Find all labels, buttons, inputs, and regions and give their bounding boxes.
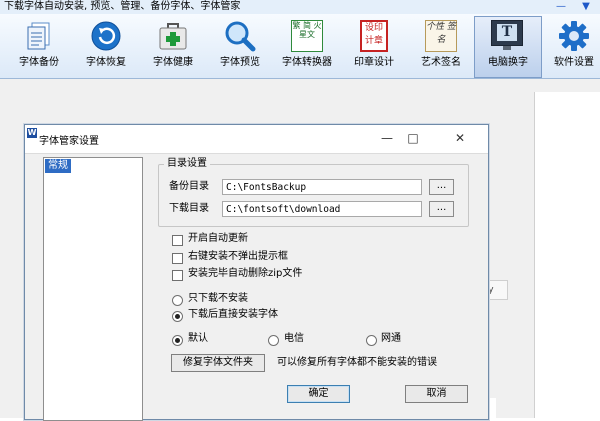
no-prompt-checkbox[interactable]: [172, 253, 183, 264]
restore-arrow-icon: [91, 21, 121, 51]
backup-dir-browse-button[interactable]: ...: [429, 179, 454, 195]
toolbar-font-converter[interactable]: 繁 简 火星文 字体转换器: [274, 16, 340, 76]
delete-zip-checkbox[interactable]: [172, 270, 183, 281]
toolbar-software-settings[interactable]: 软件设置: [541, 16, 600, 76]
dialog-title: 字体管家设置: [39, 136, 99, 147]
auto-update-label[interactable]: 开启自动更新: [188, 232, 248, 246]
monitor-font-icon: T: [491, 20, 523, 46]
toolbar-font-health[interactable]: 字体健康: [140, 16, 206, 76]
network-default-radio[interactable]: [172, 335, 183, 346]
download-dir-label: 下载目录: [169, 203, 209, 214]
download-install-radio[interactable]: [172, 311, 183, 322]
toolbar-seal-design[interactable]: 设印 计章 印章设计: [341, 16, 407, 76]
toolbar-font-backup[interactable]: 字体备份: [6, 16, 72, 76]
repair-hint-text: 可以修复所有字体都不能安装的错误: [277, 357, 437, 368]
delete-zip-label[interactable]: 安装完毕自动删除zip文件: [188, 267, 302, 281]
cancel-button[interactable]: 取消: [405, 385, 468, 403]
auto-update-checkbox[interactable]: [172, 235, 183, 246]
seal-stamp-icon: 设印 计章: [360, 20, 388, 52]
first-aid-kit-icon: [159, 23, 187, 50]
network-telecom-label[interactable]: 电信: [284, 332, 304, 346]
toolbar-label: 印章设计: [354, 57, 394, 68]
toolbar-label: 字体恢复: [86, 57, 126, 68]
dialog-maximize-button[interactable]: □: [402, 129, 424, 147]
download-only-radio[interactable]: [172, 295, 183, 306]
network-telecom-radio[interactable]: [268, 335, 279, 346]
dialog-title-bar[interactable]: W 字体管家设置 — □ ✕: [25, 125, 488, 154]
network-default-label[interactable]: 默认: [188, 332, 208, 346]
background-panel: [534, 92, 600, 418]
app-title-bar: 下载字体自动安装, 预览、管理、备份字体、字体管家 — ▼: [0, 0, 600, 14]
toolbar-label: 电脑换字: [488, 57, 528, 68]
toolbar-label: 字体备份: [19, 57, 59, 68]
minimize-icon[interactable]: —: [555, 1, 567, 12]
toolbar-label: 字体转换器: [282, 57, 332, 68]
backup-dir-field[interactable]: C:\FontsBackup: [222, 179, 422, 195]
backup-dir-label: 备份目录: [169, 181, 209, 192]
magnifier-icon: [225, 21, 256, 52]
repair-fonts-folder-button[interactable]: 修复字体文件夹: [171, 354, 265, 372]
art-signature-icon: 个性 签名: [425, 20, 457, 52]
ok-button[interactable]: 确定: [287, 385, 350, 403]
toolbar-label: 软件设置: [554, 57, 594, 68]
tree-item-general[interactable]: 常规: [45, 159, 71, 173]
directory-group-title: 目录设置: [164, 157, 210, 171]
download-only-label[interactable]: 只下载不安装: [188, 292, 248, 306]
toolbar-label: 字体健康: [153, 57, 193, 68]
toolbar-font-preview[interactable]: 字体预览: [207, 16, 273, 76]
menu-dropdown-icon[interactable]: ▼: [580, 1, 592, 12]
monitor-stand: [503, 46, 511, 50]
dialog-close-button[interactable]: ✕: [449, 129, 471, 147]
gear-icon: [559, 21, 589, 51]
toolbar-label: 艺术签名: [421, 57, 461, 68]
app-logo-icon: W: [27, 128, 37, 138]
toolbar-art-signature[interactable]: 个性 签名 艺术签名: [408, 16, 474, 76]
network-netcom-radio[interactable]: [366, 335, 377, 346]
no-prompt-label[interactable]: 右键安装不弹出提示框: [188, 250, 288, 264]
document-backup-icon: [27, 22, 50, 50]
app-title: 下载字体自动安装, 预览、管理、备份字体、字体管家: [4, 1, 241, 12]
download-dir-browse-button[interactable]: ...: [429, 201, 454, 217]
settings-category-tree[interactable]: 常规: [43, 157, 143, 421]
toolbar-label: 字体预览: [220, 57, 260, 68]
main-toolbar: 字体备份 字体恢复 字体健康 字体预览 繁 简 火星文 字体转换器 设印 计章 …: [0, 14, 600, 79]
dialog-minimize-button[interactable]: —: [376, 129, 398, 147]
toolbar-change-font[interactable]: T 电脑换字: [474, 16, 542, 78]
settings-dialog: W 字体管家设置 — □ ✕ 常规 目录设置 备份目录 C:\FontsBack…: [24, 124, 489, 421]
download-dir-field[interactable]: C:\fontsoft\download: [222, 201, 422, 217]
download-install-label[interactable]: 下载后直接安装字体: [188, 308, 278, 322]
font-converter-icon: 繁 简 火星文: [291, 20, 323, 52]
network-netcom-label[interactable]: 网通: [381, 332, 401, 346]
toolbar-font-restore[interactable]: 字体恢复: [73, 16, 139, 76]
